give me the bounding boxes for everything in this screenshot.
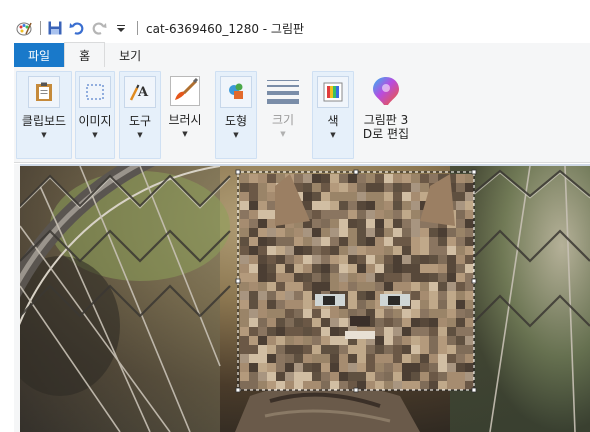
chevron-down-icon: ▼ (280, 130, 286, 138)
brush-icon (169, 75, 201, 107)
toolbar-separator (137, 21, 138, 35)
toolbar-separator (40, 21, 41, 35)
canvas-image[interactable] (20, 166, 590, 432)
brushes-group[interactable]: 브러시 ▼ (164, 71, 206, 159)
brushes-label: 브러시 (168, 113, 202, 127)
paint-app-icon[interactable] (14, 18, 34, 38)
paint3d-label-line1: 그림판 3 (363, 113, 409, 127)
svg-text:A: A (137, 85, 149, 100)
clipboard-label: 클립보드 (21, 114, 67, 128)
title-bar: cat-6369460_1280 - 그림판 (14, 14, 590, 42)
chevron-down-icon: ▼ (330, 131, 336, 139)
tab-file[interactable]: 파일 (14, 43, 65, 67)
shapes-label: 도형 (224, 114, 248, 128)
colors-group[interactable]: 색 ▼ (312, 71, 354, 159)
chevron-down-icon: ▼ (41, 131, 47, 139)
clipboard-icon (28, 76, 60, 108)
size-label: 크기 (271, 113, 295, 127)
size-group: 크기 ▼ (263, 71, 303, 159)
chevron-down-icon: ▼ (182, 130, 188, 138)
tools-group[interactable]: A 도구 ▼ (119, 71, 161, 159)
ribbon: 클립보드 ▼ 이미지 ▼ A 도구 ▼ 브러시 ▼ 도형 ▼ 크기 ▼ 색 ▼ … (14, 67, 590, 163)
colors-label: 색 (327, 114, 339, 128)
quick-access-toolbar (14, 14, 142, 42)
chevron-down-icon: ▼ (233, 131, 239, 139)
ribbon-tabs: 파일 홈 보기 (14, 42, 590, 67)
chevron-down-icon: ▼ (92, 131, 98, 139)
image-label: 이미지 (78, 114, 112, 128)
tools-label: 도구 (128, 114, 152, 128)
undo-icon[interactable] (67, 18, 87, 38)
tools-icon: A (124, 76, 156, 108)
edit-with-paint3d-group[interactable]: 그림판 3 D로 편집 (358, 71, 414, 159)
line-width-icon (267, 75, 299, 107)
redo-icon[interactable] (89, 18, 109, 38)
clipboard-group[interactable]: 클립보드 ▼ (16, 71, 72, 159)
shapes-icon (220, 76, 252, 108)
customize-toolbar-icon[interactable] (111, 18, 131, 38)
pixelated-selection (240, 174, 474, 390)
image-group[interactable]: 이미지 ▼ (75, 71, 115, 159)
chevron-down-icon: ▼ (137, 131, 143, 139)
save-icon[interactable] (45, 18, 65, 38)
window-title: cat-6369460_1280 - 그림판 (146, 21, 305, 36)
select-icon (79, 76, 111, 108)
paint3d-label: 그림판 3 D로 편집 (363, 113, 409, 141)
tab-home[interactable]: 홈 (64, 42, 106, 67)
shapes-group[interactable]: 도형 ▼ (215, 71, 257, 159)
color-palette-icon (317, 76, 349, 108)
paint3d-icon (370, 75, 402, 107)
paint3d-label-line2: D로 편집 (362, 127, 410, 141)
tab-view[interactable]: 보기 (105, 43, 155, 67)
